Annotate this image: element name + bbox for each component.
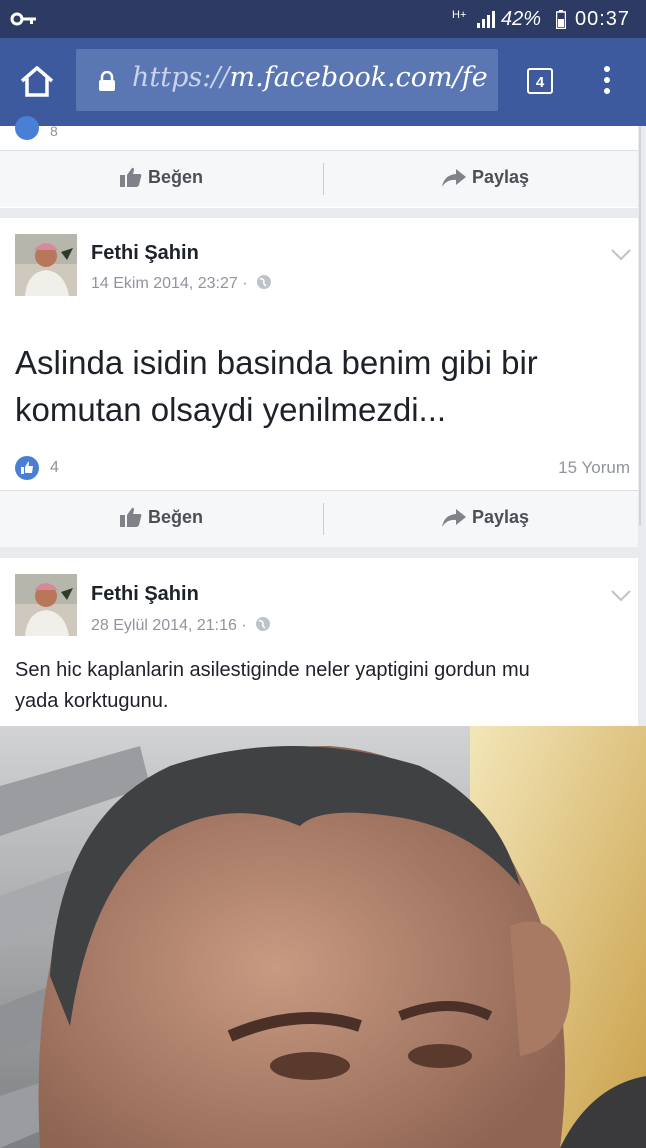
battery-percent: 42%: [501, 8, 542, 30]
like-count[interactable]: 8: [50, 123, 58, 139]
like-reaction-icon: [15, 116, 39, 140]
address-bar[interactable]: https://m.facebook.com/fe: [76, 49, 498, 111]
status-bar: H+ 42% 00:37: [0, 0, 646, 38]
share-button[interactable]: Paylaş: [442, 167, 529, 188]
post-text-line: yada korktugunu.: [15, 690, 169, 712]
network-type: H+: [452, 9, 467, 21]
menu-icon[interactable]: [602, 66, 612, 98]
globe-icon: [257, 275, 271, 289]
browser-toolbar: https://m.facebook.com/fe 4: [0, 38, 646, 126]
post-card: Fethi Şahin 14 Ekim 2014, 23:27 · Aslind…: [0, 218, 638, 547]
tab-switcher-button[interactable]: 4: [527, 68, 553, 94]
url-scheme: https://: [132, 62, 230, 93]
post-timestamp[interactable]: 14 Ekim 2014, 23:27 ·: [91, 274, 272, 293]
battery-icon: [556, 10, 566, 29]
like-button[interactable]: Beğen: [120, 507, 203, 528]
share-icon: [442, 169, 466, 187]
post-actions: Beğen Paylaş: [0, 490, 638, 547]
thumbs-up-icon: [120, 507, 142, 527]
share-button[interactable]: Paylaş: [442, 507, 529, 528]
avatar[interactable]: [15, 574, 77, 636]
post-photo[interactable]: [0, 726, 646, 1148]
post-text-line: komutan olsaydi yenilmezdi...: [15, 391, 447, 428]
action-divider: [323, 503, 324, 535]
timestamp-text: 28 Eylül 2014, 21:16 ·: [91, 617, 247, 634]
home-icon[interactable]: [18, 64, 56, 98]
chevron-down-icon[interactable]: [610, 248, 632, 262]
avatar-image: [15, 574, 77, 636]
chevron-down-icon[interactable]: [610, 589, 632, 603]
post-card-previous: 8 Beğen Paylaş: [0, 116, 638, 208]
post-text-line: Sen hic kaplanlarin asilestiginde neler …: [15, 659, 530, 681]
avatar[interactable]: [15, 234, 77, 296]
key-icon: [10, 12, 36, 26]
post-card: Fethi Şahin 28 Eylül 2014, 21:16 · Sen h…: [0, 558, 638, 726]
comment-count[interactable]: 15 Yorum: [558, 458, 630, 478]
globe-icon: [256, 617, 271, 631]
post-text-line: Aslinda isidin basinda benim gibi bir: [15, 344, 538, 381]
lock-icon: [99, 71, 115, 91]
url-path: m.facebook.com/fe: [229, 62, 488, 93]
post-actions: Beğen Paylaş: [0, 150, 638, 207]
post-photo-image: [0, 726, 646, 1148]
url-text[interactable]: https://m.facebook.com/fe: [132, 62, 488, 93]
like-button[interactable]: Beğen: [120, 167, 203, 188]
clock: 00:37: [575, 8, 631, 30]
post-timestamp[interactable]: 28 Eylül 2014, 21:16 ·: [91, 616, 271, 635]
post-author[interactable]: Fethi Şahin: [91, 583, 199, 606]
signal-icon: [477, 11, 495, 28]
avatar-image: [15, 234, 77, 296]
action-divider: [323, 163, 324, 195]
like-count[interactable]: 4: [50, 459, 59, 477]
post-author[interactable]: Fethi Şahin: [91, 242, 199, 265]
share-icon: [442, 509, 466, 527]
like-reaction-icon: [15, 456, 39, 480]
thumbs-up-icon: [120, 167, 142, 187]
timestamp-text: 14 Ekim 2014, 23:27 ·: [91, 275, 248, 292]
